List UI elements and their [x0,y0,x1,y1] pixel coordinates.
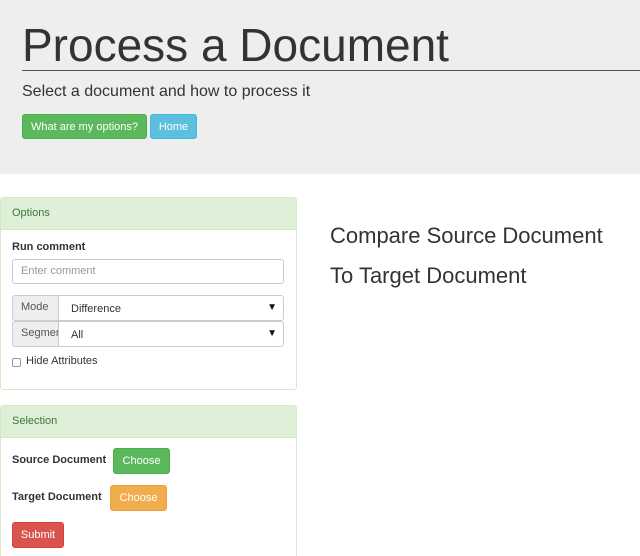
segment-select[interactable]: All ▼ [58,321,284,347]
home-button[interactable]: Home [150,114,197,139]
compare-heading-line1: Compare Source Document [330,223,603,248]
page-header: Process a Document Select a document and… [0,0,640,174]
run-comment-label: Run comment [12,241,86,253]
mode-select-group: Mode Difference ▼ [12,295,284,321]
segment-label: Segment [12,321,65,347]
submit-button[interactable]: Submit [12,522,64,548]
caret-down-icon: ▼ [267,302,277,313]
page-subtitle: Select a document and how to process it [22,83,311,100]
page-title: Process a Document [22,19,449,71]
title-divider [22,70,640,71]
hide-attributes-checkbox[interactable] [12,358,21,367]
hide-attributes-label: Hide Attributes [26,355,98,367]
choose-source-button[interactable]: Choose [113,448,170,474]
comment-input[interactable]: Enter comment [12,259,284,284]
options-button[interactable]: What are my options? [22,114,147,139]
choose-target-button[interactable]: Choose [110,485,167,511]
mode-label: Mode [12,295,58,321]
mode-select[interactable]: Difference ▼ [58,295,284,321]
target-document-label: Target Document [12,491,102,503]
segment-value: All [71,329,84,341]
source-document-label: Source Document [12,454,107,466]
compare-heading-line2: To Target Document [330,263,527,288]
caret-down-icon: ▼ [267,328,277,339]
selection-panel-heading: Selection [1,406,296,438]
mode-value: Difference [71,303,121,315]
options-panel-heading: Options [1,198,296,230]
segment-select-group: Segment All ▼ [12,321,284,347]
